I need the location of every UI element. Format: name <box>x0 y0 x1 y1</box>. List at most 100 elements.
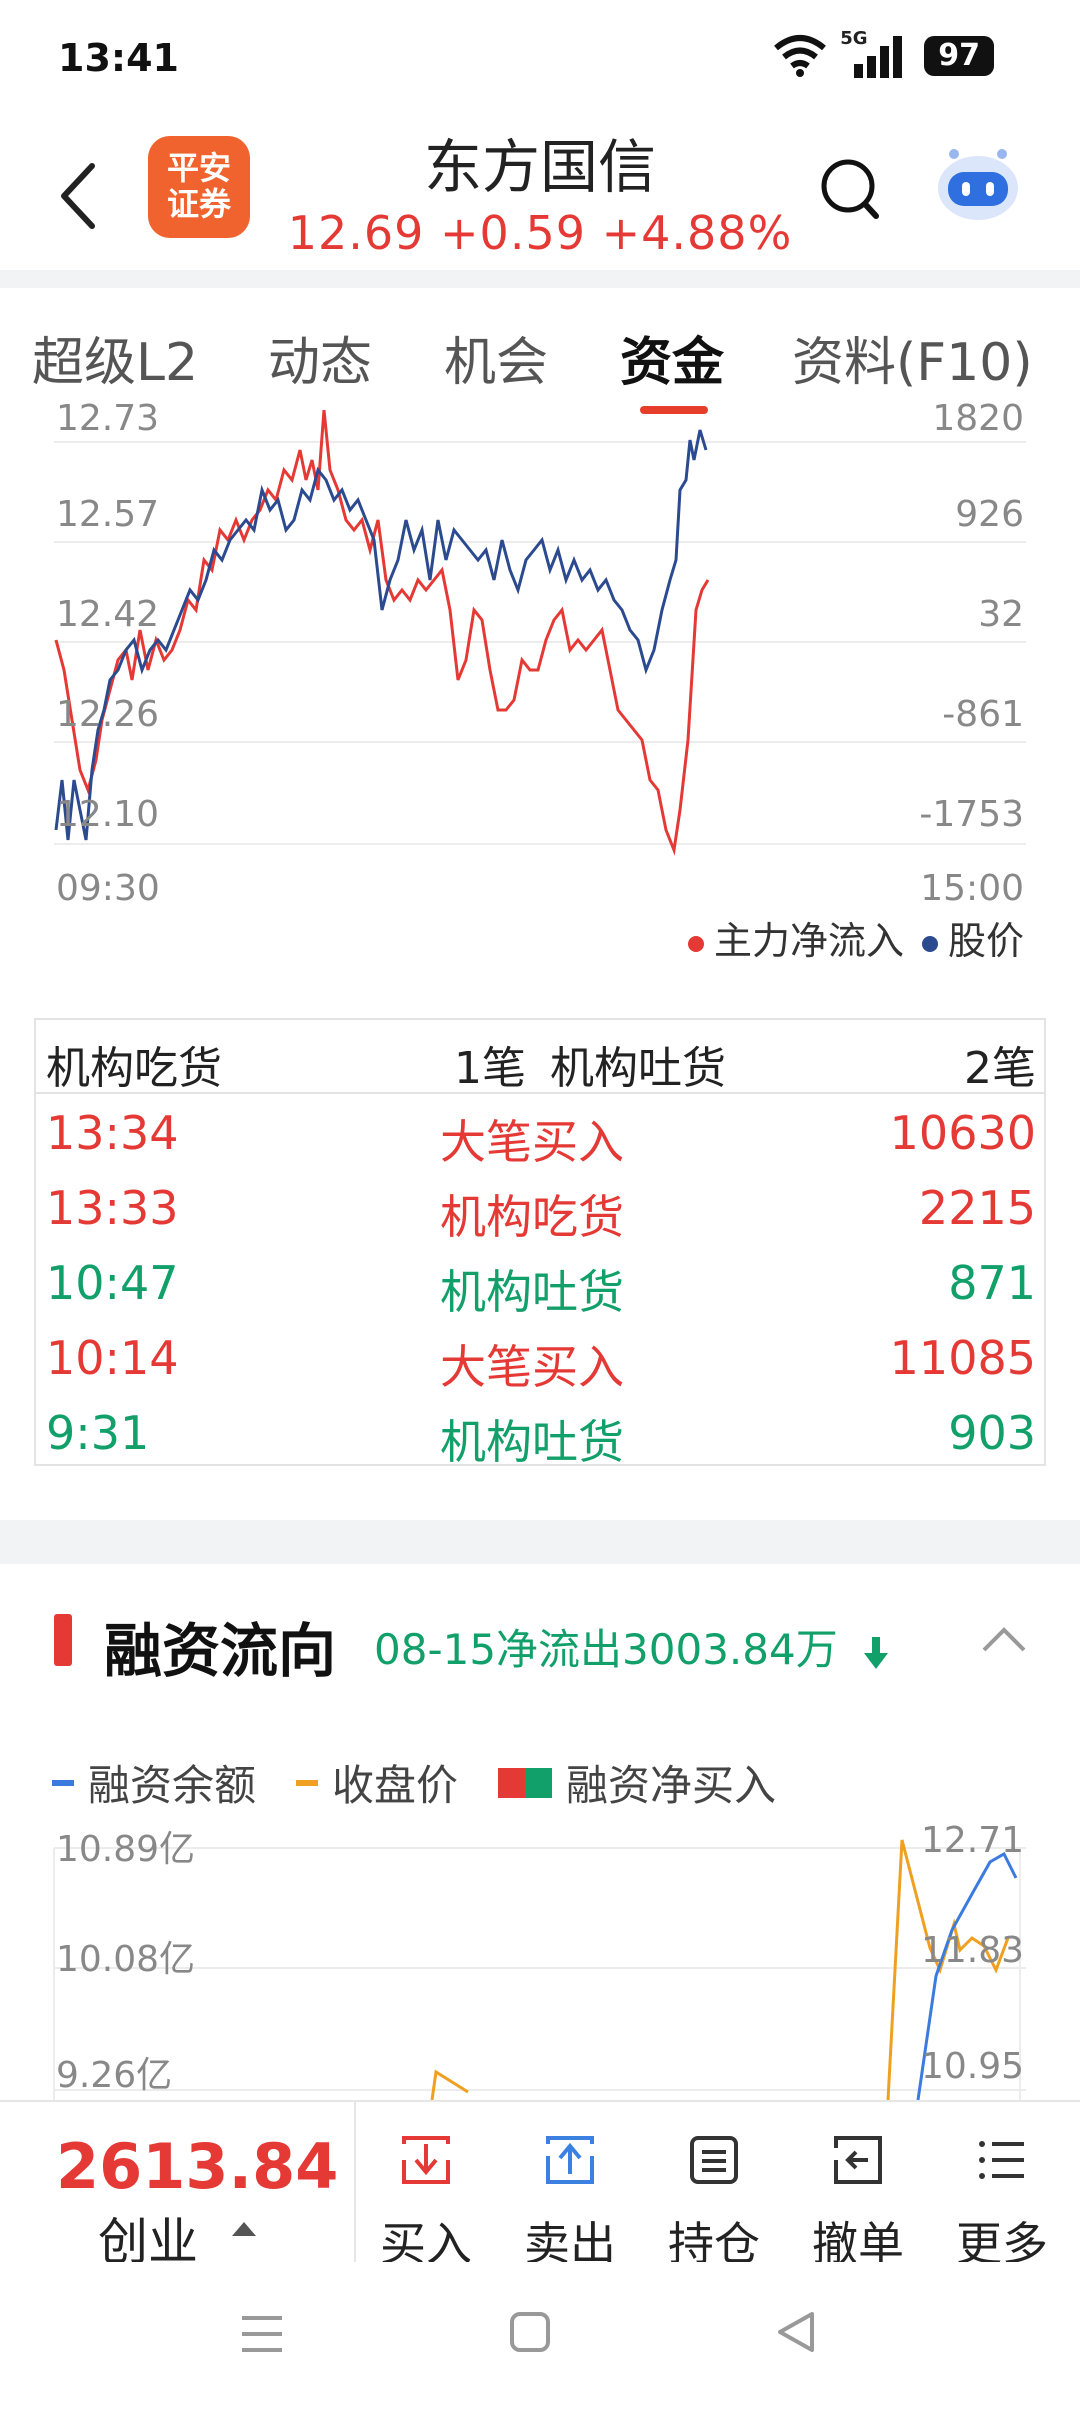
row-time: 13:34 <box>46 1106 179 1160</box>
positions-icon <box>690 2136 738 2184</box>
table-row[interactable]: 9:31 机构吐货 903 <box>36 1396 1044 1471</box>
index-value[interactable]: 2613.84 <box>56 2130 338 2203</box>
row-type: 机构吐货 <box>440 1415 624 1469</box>
table-row[interactable]: 10:47 机构吐货 871 <box>36 1246 1044 1321</box>
margin-flow-chart: 10.89亿 10.08亿 9.26亿 12.71 11.83 10.95 <box>0 1820 1080 2100</box>
sell-button[interactable]: 卖出 <box>500 2130 640 2274</box>
search-icon[interactable] <box>818 154 882 224</box>
section-marker <box>54 1614 72 1666</box>
legend-close-price: 收盘价 <box>296 1752 458 1813</box>
cancel-order-icon <box>834 2136 882 2184</box>
arrow-down-icon <box>864 1636 889 1669</box>
sell-count: 2笔 <box>964 1043 1036 1094</box>
table-header: 机构吃货 1笔 机构吐货 2笔 <box>36 1020 1044 1094</box>
left-tick: 12.26 <box>56 694 160 735</box>
network-type: 5G <box>840 28 868 49</box>
row-time: 9:31 <box>46 1406 150 1460</box>
fund-flow-plot <box>54 410 1026 856</box>
institution-trades-table: 机构吃货 1笔 机构吐货 2笔 13:34 大笔买入 10630 13:33 机… <box>34 1018 1046 1469</box>
tab-opportunity[interactable]: 机会 <box>444 320 548 395</box>
buy-count: 1笔 <box>454 1043 526 1094</box>
status-bar: 13:41 5G 97 <box>0 0 1080 120</box>
fund-flow-chart: 12.73 12.57 12.42 12.26 12.10 1820 926 3… <box>0 398 1080 980</box>
left-tick: 10.08亿 <box>56 1939 196 1980</box>
section-divider <box>0 1520 1080 1564</box>
section-divider <box>0 270 1080 288</box>
table-row[interactable]: 13:34 大笔买入 10630 <box>36 1096 1044 1171</box>
buy-label: 机构吃货 <box>46 1043 222 1094</box>
legend-label: 融资余额 <box>88 1761 257 1810</box>
right-tick: 11.83 <box>920 1930 1024 1971</box>
buy-icon <box>402 2136 450 2184</box>
stock-quote: 12.69 +0.59 +4.88% <box>287 206 793 260</box>
sell-label: 机构吐货 <box>550 1043 726 1094</box>
system-nav-bar <box>0 2262 1080 2412</box>
legend-price: 股价 <box>921 910 1024 965</box>
stock-name: 东方国信 <box>423 133 656 201</box>
right-tick: 12.71 <box>920 1820 1024 1861</box>
bottom-trade-bar: 2613.84 创业 买入 卖出 持仓 撤单 更多 <box>0 2100 1080 2271</box>
row-time: 13:33 <box>46 1181 179 1235</box>
row-volume: 871 <box>948 1256 1036 1310</box>
right-tick: 926 <box>955 494 1024 535</box>
row-volume: 903 <box>948 1406 1036 1460</box>
wifi-icon <box>774 35 827 77</box>
margin-flow-summary: 08-15净流出3003.84万 <box>374 1616 891 1677</box>
margin-legend: 融资余额 收盘价 融资净买入 <box>52 1752 776 1813</box>
legend-label: 融资净买入 <box>566 1761 777 1810</box>
table-row[interactable]: 10:14 大笔买入 11085 <box>36 1321 1044 1396</box>
row-time: 10:14 <box>46 1331 179 1385</box>
tab-f10[interactable]: 资料(F10) <box>792 320 1033 395</box>
status-icons: 5G 97 <box>772 28 994 78</box>
back-nav-icon[interactable] <box>774 2308 818 2356</box>
row-time: 10:47 <box>46 1256 179 1310</box>
left-tick: 12.73 <box>56 398 160 439</box>
left-tick: 10.89亿 <box>56 1829 196 1870</box>
x-start-tick: 09:30 <box>56 868 160 909</box>
menu-icon[interactable] <box>238 2312 286 2356</box>
price-line <box>54 429 708 841</box>
positions-button[interactable]: 持仓 <box>644 2130 784 2274</box>
stock-header: 平安 证券 东方国信 12.69 +0.59 +4.88% <box>0 120 1080 270</box>
row-volume: 10630 <box>889 1106 1036 1160</box>
table-row[interactable]: 13:33 机构吃货 2215 <box>36 1171 1044 1246</box>
legend-label: 收盘价 <box>332 1761 459 1810</box>
more-icon <box>979 2141 1024 2179</box>
more-button[interactable]: 更多 <box>932 2130 1072 2274</box>
margin-flow-title: 融资流向 <box>104 1617 337 1685</box>
left-tick: 9.26亿 <box>56 2055 173 2096</box>
right-tick: 1820 <box>932 398 1024 439</box>
tab-bar: 超级L2 动态 机会 资金 资料(F10) <box>0 290 1080 420</box>
tab-super-l2[interactable]: 超级L2 <box>32 320 198 395</box>
tab-funds[interactable]: 资金 <box>620 320 724 395</box>
row-type: 机构吐货 <box>440 1265 624 1319</box>
x-end-tick: 15:00 <box>920 868 1024 909</box>
row-volume: 11085 <box>889 1331 1036 1385</box>
margin-flow-header[interactable]: 融资流向 08-15净流出3003.84万 <box>0 1564 1080 1714</box>
left-tick: 12.10 <box>56 794 160 835</box>
buy-button[interactable]: 买入 <box>356 2130 496 2274</box>
fund-flow-legend: 主力净流入 股价 <box>687 910 1024 965</box>
cancel-order-button[interactable]: 撤单 <box>788 2130 928 2274</box>
home-icon[interactable] <box>508 2310 552 2354</box>
chevron-up-icon[interactable] <box>980 1620 1028 1660</box>
left-tick: 12.57 <box>56 494 160 535</box>
legend-net-inflow: 主力净流入 <box>687 910 904 965</box>
robot-assistant-icon[interactable] <box>934 144 1022 224</box>
legend-label: 主力净流入 <box>713 919 904 963</box>
right-tick: 32 <box>978 594 1024 635</box>
right-tick: -861 <box>942 694 1024 735</box>
right-tick: -1753 <box>919 794 1024 835</box>
status-time: 13:41 <box>58 36 179 80</box>
legend-margin-balance: 融资余额 <box>52 1752 256 1813</box>
battery-indicator: 97 <box>924 36 994 76</box>
signal-icon: 5G <box>840 28 906 78</box>
right-tick: 10.95 <box>920 2046 1024 2087</box>
row-type: 大笔买入 <box>440 1115 624 1169</box>
legend-label: 股价 <box>947 919 1024 963</box>
caret-up-icon[interactable] <box>232 2222 256 2236</box>
row-type: 大笔买入 <box>440 1340 624 1394</box>
tab-dynamics[interactable]: 动态 <box>268 320 372 395</box>
row-type: 机构吃货 <box>440 1190 624 1244</box>
row-volume: 2215 <box>918 1181 1036 1235</box>
